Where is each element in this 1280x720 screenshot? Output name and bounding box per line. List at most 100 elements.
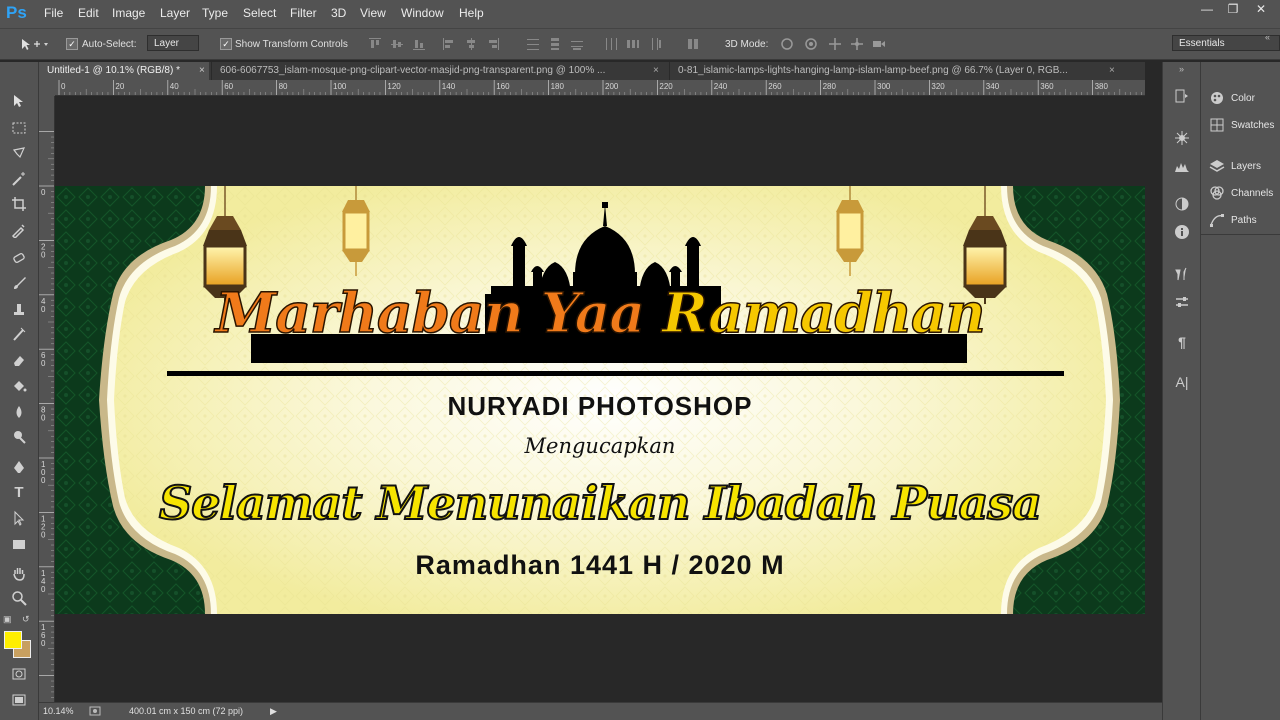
brush-settings-icon[interactable]	[1172, 128, 1192, 148]
panel-paths[interactable]: Paths	[1209, 210, 1257, 230]
distribute-top-icon[interactable]	[526, 37, 540, 51]
paragraph-icon[interactable]: ¶	[1172, 332, 1192, 352]
rectangle-tool-icon[interactable]	[7, 533, 31, 555]
auto-select-checkbox[interactable]: ✓	[66, 38, 78, 50]
collapse-icon[interactable]: »	[1179, 64, 1184, 74]
move-tool-preset-icon[interactable]	[20, 37, 50, 51]
auto-select-dropdown[interactable]: Layer	[147, 35, 199, 51]
menu-window[interactable]: Window	[401, 6, 444, 20]
date-line[interactable]: Ramadhan 1441 H / 2020 M	[55, 550, 1145, 581]
info-icon[interactable]	[1172, 222, 1192, 242]
3d-slide-icon[interactable]	[850, 37, 864, 51]
tab-untitled-1[interactable]: Untitled-1 @ 10.1% (RGB/8) *	[39, 62, 209, 80]
path-selection-tool-icon[interactable]	[7, 507, 31, 529]
ruler-vertical[interactable]: 020406080100120140160	[39, 96, 55, 702]
status-menu-icon[interactable]	[89, 705, 101, 717]
banner-title[interactable]: Marhaban Yaa Ramadhan	[55, 278, 1145, 348]
menu-help[interactable]: Help	[459, 6, 484, 20]
move-tool-icon[interactable]	[7, 90, 31, 112]
ruler-origin[interactable]	[39, 80, 55, 96]
crop-tool-icon[interactable]	[7, 193, 31, 215]
close-icon[interactable]: ✕	[1250, 2, 1272, 16]
ruler-label: 380	[1095, 82, 1109, 91]
panel-color[interactable]: Color	[1209, 88, 1255, 108]
eraser-tool-icon[interactable]	[7, 349, 31, 371]
quick-mask-icon[interactable]	[7, 663, 31, 685]
hand-tool-icon[interactable]	[7, 562, 31, 584]
align-vcenter-icon[interactable]	[390, 37, 404, 51]
ruler-label: 120	[387, 82, 401, 91]
menu-3d[interactable]: 3D	[331, 6, 346, 20]
default-colors-icon[interactable]: ▣	[3, 614, 13, 624]
3d-roll-icon[interactable]	[804, 37, 818, 51]
character-icon[interactable]: A|	[1172, 372, 1192, 392]
zoom-level[interactable]: 10.14%	[43, 706, 74, 716]
banner-subtitle[interactable]: Mengucapkan	[55, 434, 1145, 458]
healing-brush-tool-icon[interactable]	[7, 247, 31, 269]
panel-label: Color	[1231, 92, 1255, 104]
zoom-tool-icon[interactable]	[7, 587, 31, 609]
brush-tool-icon[interactable]	[7, 272, 31, 294]
3d-scale-icon[interactable]	[872, 37, 886, 51]
clone-stamp-tool-icon[interactable]	[7, 298, 31, 320]
align-bottom-icon[interactable]	[412, 37, 426, 51]
panel-swatches[interactable]: Swatches	[1209, 115, 1274, 135]
align-left-icon[interactable]	[442, 37, 456, 51]
blur-tool-icon[interactable]	[7, 401, 31, 423]
histogram-icon[interactable]	[1172, 156, 1192, 176]
menu-layer[interactable]: Layer	[160, 6, 190, 20]
auto-align-icon[interactable]	[686, 37, 700, 51]
distribute-bottom-icon[interactable]	[570, 37, 584, 51]
greeting-text[interactable]: Selamat Menunaikan Ibadah Puasa	[55, 471, 1145, 535]
panel-label: Swatches	[1231, 119, 1275, 131]
foreground-color-swatch[interactable]	[4, 631, 22, 649]
swap-colors-icon[interactable]: ↺	[22, 614, 32, 624]
tool-presets-icon[interactable]	[1172, 264, 1192, 284]
menu-image[interactable]: Image	[112, 6, 145, 20]
3d-pan-icon[interactable]	[828, 37, 842, 51]
tab-close-icon[interactable]: ×	[653, 65, 659, 76]
adjustments-icon[interactable]	[1172, 194, 1192, 214]
tab-lamp-png[interactable]: 0-81_islamic-lamps-lights-hanging-lamp-i…	[669, 62, 1119, 80]
distribute-left-icon[interactable]	[604, 37, 618, 51]
properties-icon[interactable]	[1172, 292, 1192, 312]
workspace-dropdown[interactable]: Essentials	[1172, 35, 1280, 51]
menu-filter[interactable]: Filter	[290, 6, 317, 20]
status-arrow-icon[interactable]: ▶	[270, 706, 277, 717]
dodge-tool-icon[interactable]	[7, 426, 31, 448]
panel-channels[interactable]: Channels	[1209, 183, 1273, 203]
menu-file[interactable]: File	[44, 6, 63, 20]
align-hcenter-icon[interactable]	[464, 37, 478, 51]
tab-close-icon[interactable]: ×	[1109, 65, 1115, 76]
screen-mode-icon[interactable]	[7, 689, 31, 711]
magic-wand-tool-icon[interactable]	[7, 168, 31, 190]
menu-edit[interactable]: Edit	[78, 6, 99, 20]
paint-bucket-tool-icon[interactable]	[7, 375, 31, 397]
restore-icon[interactable]: ❐	[1222, 2, 1244, 16]
company-name[interactable]: NURYADI PHOTOSHOP	[55, 391, 1145, 422]
eyedropper-tool-icon[interactable]	[7, 219, 31, 241]
tab-mosque-png[interactable]: 606-6067753_islam-mosque-png-clipart-vec…	[211, 62, 661, 80]
minimize-icon[interactable]: —	[1196, 2, 1218, 16]
align-top-icon[interactable]	[368, 37, 382, 51]
menu-view[interactable]: View	[360, 6, 386, 20]
history-brush-tool-icon[interactable]	[7, 323, 31, 345]
distribute-hcenter-icon[interactable]	[626, 37, 640, 51]
document-canvas[interactable]: Marhaban Yaa Ramadhan NURYADI PHOTOSHOP …	[55, 186, 1145, 614]
transform-controls-checkbox[interactable]: ✓	[220, 38, 232, 50]
distribute-right-icon[interactable]	[648, 37, 662, 51]
pen-tool-icon[interactable]	[7, 456, 31, 478]
panel-layers[interactable]: Layers	[1209, 156, 1261, 176]
menu-select[interactable]: Select	[243, 6, 276, 20]
3d-rotate-icon[interactable]	[780, 37, 794, 51]
type-tool-icon[interactable]: T	[7, 481, 31, 503]
distribute-vcenter-icon[interactable]	[548, 37, 562, 51]
history-panel-icon[interactable]	[1172, 86, 1192, 106]
ruler-horizontal[interactable]: 0 20 40 60 80 100 120 140 160 180 200 220 240 260 280 3…	[55, 80, 1145, 96]
align-right-icon[interactable]	[486, 37, 500, 51]
marquee-tool-icon[interactable]	[7, 117, 31, 139]
lasso-tool-icon[interactable]	[7, 142, 31, 164]
collapse-icon[interactable]: «	[1265, 32, 1270, 42]
menu-type[interactable]: Type	[202, 6, 228, 20]
tab-close-icon[interactable]: ×	[199, 65, 205, 76]
